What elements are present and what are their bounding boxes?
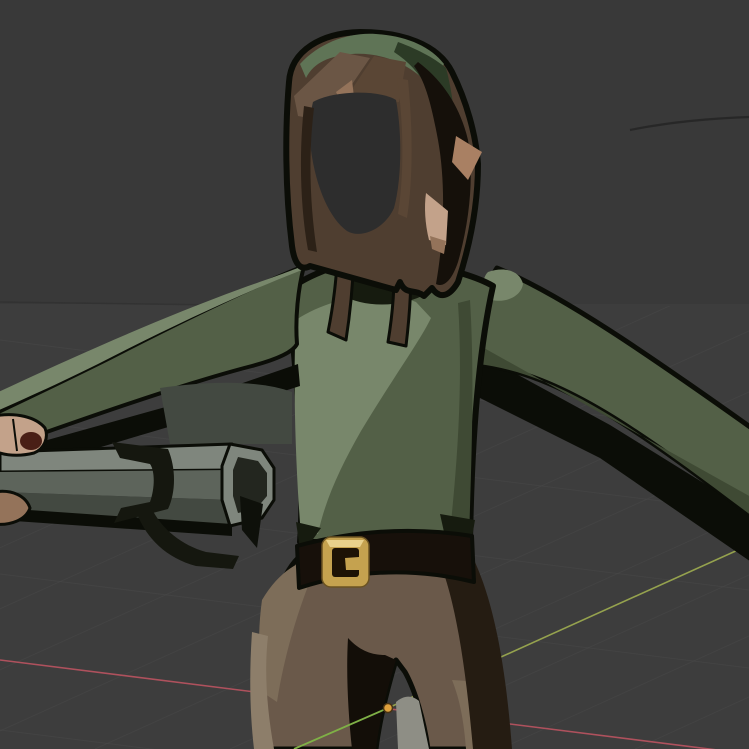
belt-buckle (322, 537, 369, 587)
viewport-canvas[interactable] (0, 0, 749, 749)
head (286, 32, 482, 296)
buckle-highlight (326, 540, 364, 547)
thumb-nail (20, 432, 42, 450)
viewport-window[interactable] (0, 0, 749, 749)
buckle-prong (345, 557, 359, 570)
object-back-part (160, 383, 292, 444)
origin-point-dot[interactable] (384, 704, 393, 713)
torso (287, 256, 493, 556)
